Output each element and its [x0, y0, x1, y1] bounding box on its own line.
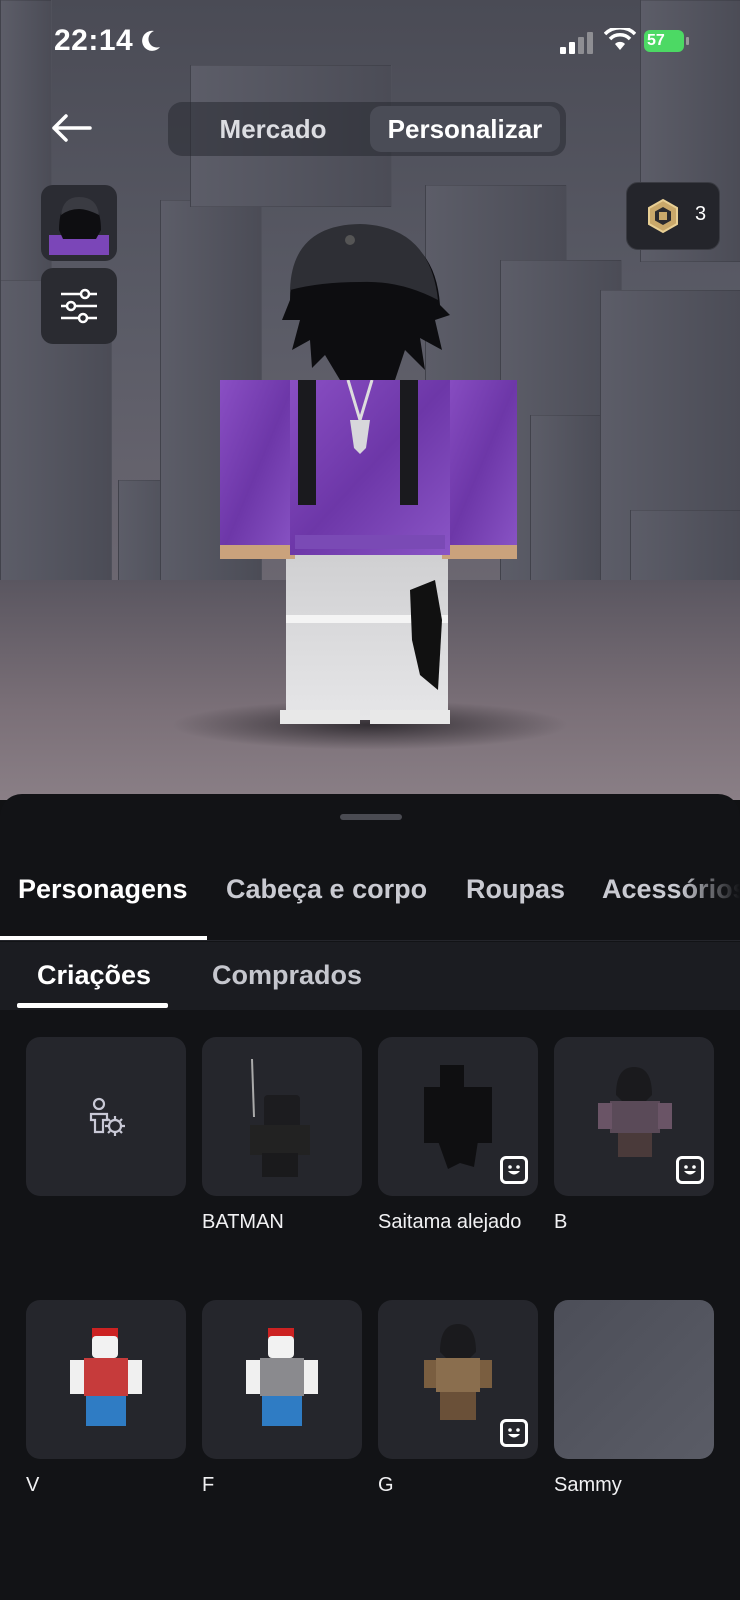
- character-card-f[interactable]: [202, 1300, 362, 1459]
- wifi-icon: [604, 28, 636, 50]
- character-card-b[interactable]: [554, 1037, 714, 1196]
- robux-icon: [648, 198, 678, 234]
- tab-indicator: [0, 936, 207, 940]
- tab-mercado[interactable]: Mercado: [176, 106, 370, 152]
- character-card-sammy[interactable]: [554, 1300, 714, 1459]
- avatar-thumbnail[interactable]: [41, 185, 117, 261]
- sub-tabs: Criações Comprados: [0, 942, 740, 1010]
- sliders-icon: [61, 288, 97, 324]
- noob-red-thumbnail: [70, 1328, 142, 1426]
- character-label: B: [554, 1211, 568, 1233]
- batman-thumbnail: [250, 1058, 310, 1177]
- category-tabs: Personagens Cabeça e corpo Roupas Acessó…: [0, 860, 740, 941]
- moon-icon: [142, 30, 160, 51]
- character-label: F: [202, 1474, 215, 1496]
- emote-icon: [676, 1156, 704, 1184]
- noob-gray-thumbnail: [246, 1328, 318, 1426]
- character-card-g[interactable]: [378, 1300, 538, 1459]
- adjust-button[interactable]: [41, 268, 117, 344]
- back-arrow-icon[interactable]: [50, 108, 94, 148]
- character-label: V: [26, 1474, 40, 1496]
- tab-cabeca-e-corpo[interactable]: Cabeça e corpo: [226, 874, 427, 905]
- robux-balance[interactable]: 3: [626, 182, 720, 250]
- tab-personagens[interactable]: Personagens: [18, 874, 188, 905]
- character-card-v[interactable]: [26, 1300, 186, 1459]
- sheet-drag-handle[interactable]: [340, 814, 402, 820]
- create-character-card[interactable]: [26, 1037, 186, 1196]
- character-settings-icon: [89, 1097, 125, 1136]
- character-label: G: [378, 1474, 394, 1496]
- avatar-thumbnail-image: [49, 197, 109, 255]
- robux-amount: 3: [695, 203, 707, 225]
- character-label: Sammy: [554, 1474, 622, 1496]
- character-label: BATMAN: [202, 1211, 284, 1233]
- signal-icon: [560, 32, 593, 54]
- emote-icon: [500, 1419, 528, 1447]
- emote-icon: [500, 1156, 528, 1184]
- character-card-saitama[interactable]: [378, 1037, 538, 1196]
- tab-comprados[interactable]: Comprados: [212, 960, 362, 991]
- character-card-batman[interactable]: [202, 1037, 362, 1196]
- tabs-fade: [680, 860, 740, 936]
- battery-tip: [686, 37, 689, 45]
- tab-criacoes[interactable]: Criações: [37, 960, 151, 991]
- sub-tab-indicator: [17, 1003, 168, 1008]
- avatar-figure: [220, 224, 517, 724]
- tab-personalizar[interactable]: Personalizar: [370, 106, 560, 152]
- status-time: 22:14: [54, 24, 134, 57]
- tab-roupas[interactable]: Roupas: [466, 874, 565, 905]
- mode-switcher: Mercado Personalizar: [168, 102, 566, 156]
- status-bar: 22:14 57: [0, 20, 740, 64]
- battery-indicator: 57: [644, 30, 684, 52]
- character-label: Saitama alejado: [378, 1211, 522, 1233]
